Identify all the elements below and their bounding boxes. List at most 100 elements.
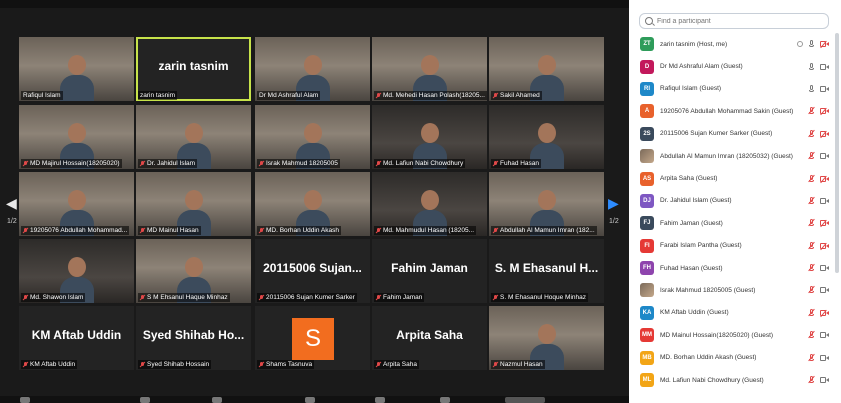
mic-muted-icon[interactable]	[808, 286, 815, 294]
tile-display-name: S. M Ehasanul H...	[494, 261, 599, 275]
participant-row[interactable]: 2S 20115006 Sujan Kumer Sarker (Guest)	[629, 123, 835, 145]
camera-off-icon[interactable]	[820, 40, 829, 49]
participant-name: 19205076 Abdullah Mohammad Sakin (Guest)	[660, 107, 794, 115]
video-tile[interactable]: Israk Mahmud 18205005	[255, 105, 370, 169]
participant-row[interactable]: AS Arpita Saha (Guest)	[629, 167, 835, 189]
participants-control-icon[interactable]	[305, 397, 315, 403]
mic-muted-icon[interactable]	[808, 151, 815, 160]
tile-name-label: Md. Mahmudul Hasan (18205...	[374, 226, 477, 235]
camera-off-icon[interactable]	[820, 130, 829, 139]
camera-off-icon[interactable]	[820, 175, 829, 183]
video-tile[interactable]: 19205076 Abdullah Mohammad...	[19, 172, 134, 236]
mic-muted-icon[interactable]	[808, 330, 815, 339]
participant-row[interactable]: D Dr Md Ashraful Alam (Guest)	[629, 55, 835, 77]
camera-off-icon[interactable]	[820, 309, 829, 318]
participant-search[interactable]	[639, 13, 829, 29]
participant-row[interactable]: FH Fuhad Hasan (Guest)	[629, 257, 835, 279]
security-control-icon[interactable]	[212, 397, 222, 403]
video-tile[interactable]: zarin tasnim zarin tasnim	[136, 37, 251, 101]
video-tile[interactable]: S M Ehsanul Haque Minhaz	[136, 239, 251, 303]
mic-icon[interactable]	[808, 62, 815, 71]
participant-row[interactable]: ML Md. Lafiun Nabi Chowdhury (Guest)	[629, 369, 835, 391]
participant-row[interactable]: Abdullah Al Mamun Imran (18205032) (Gues…	[629, 145, 835, 167]
camera-off-icon[interactable]	[820, 242, 829, 250]
camera-icon[interactable]	[820, 377, 829, 384]
mute-control-icon[interactable]	[20, 397, 30, 403]
participant-row[interactable]: A 19205076 Abdullah Mohammad Sakin (Guest…	[629, 100, 835, 122]
participant-row[interactable]: MB MD. Borhan Uddin Akash (Guest)	[629, 346, 835, 368]
mic-muted-icon[interactable]	[808, 241, 815, 250]
participant-avatar: FJ	[640, 216, 654, 231]
video-tile[interactable]: Sakil Ahamed	[489, 37, 604, 101]
video-tile[interactable]: Rafiqul Islam	[19, 37, 134, 101]
video-tile[interactable]: Dr. Jahidul Islam	[136, 105, 251, 169]
mic-icon[interactable]	[808, 84, 815, 93]
page-indicator-right: 1/2	[609, 218, 619, 225]
video-tile[interactable]: Fahim Jaman Fahim Jaman	[372, 239, 487, 303]
mic-muted-icon[interactable]	[808, 353, 815, 362]
camera-icon[interactable]	[820, 63, 829, 70]
participant-row[interactable]: KA KM Aftab Uddin (Guest)	[629, 302, 835, 324]
video-tile[interactable]: KM Aftab Uddin KM Aftab Uddin	[19, 306, 134, 370]
tile-name-label: Sakil Ahamed	[491, 91, 542, 100]
camera-icon[interactable]	[820, 354, 829, 361]
mic-muted-icon[interactable]	[808, 263, 815, 272]
mic-muted-icon[interactable]	[808, 129, 815, 138]
participant-row[interactable]: ZT zarin tasnim (Host, me)	[629, 33, 835, 55]
video-tile[interactable]: S Shams Tasnuva	[255, 306, 370, 370]
video-tile[interactable]: Md. Lafiun Nabi Chowdhury	[372, 105, 487, 169]
mic-icon[interactable]	[808, 40, 815, 48]
video-tile[interactable]: S. M Ehasanul H... S. M Ehasanul Hoque Mi…	[489, 239, 604, 303]
video-control-icon[interactable]	[140, 397, 150, 403]
mic-muted-icon[interactable]	[808, 308, 815, 317]
camera-icon[interactable]	[820, 287, 829, 294]
participant-row[interactable]: FI Farabi Islam Pantha (Guest)	[629, 235, 835, 257]
prev-page-arrow-icon[interactable]: ◀	[6, 195, 17, 212]
video-tile[interactable]: Abdullah Al Mamun Imran (182...	[489, 172, 604, 236]
participant-row[interactable]: MM MD Mainul Hossain(18205020) (Guest)	[629, 324, 835, 346]
video-tile[interactable]: Arpita Saha Arpita Saha	[372, 306, 487, 370]
camera-icon[interactable]	[820, 265, 829, 272]
video-tile[interactable]: Fuhad Hasan	[489, 105, 604, 169]
video-tile[interactable]: MD Majirul Hossain(18205020)	[19, 105, 134, 169]
camera-icon[interactable]	[820, 85, 829, 92]
video-tile[interactable]: Nazmul Hasan	[489, 306, 604, 370]
participant-row[interactable]: DJ Dr. Jahidul Islam (Guest)	[629, 190, 835, 212]
video-tile[interactable]: Md. Shawon Islam	[19, 239, 134, 303]
camera-icon[interactable]	[820, 153, 829, 160]
video-tile[interactable]: Md. Mehedi Hasan Polash(18205...	[372, 37, 487, 101]
participant-list-scrollbar[interactable]	[835, 33, 839, 273]
participant-search-input[interactable]	[657, 17, 817, 25]
video-tile[interactable]: Dr Md Ashraful Alam	[255, 37, 370, 101]
camera-icon[interactable]	[820, 197, 829, 204]
muted-mic-icon	[23, 227, 28, 234]
share-screen-control-icon[interactable]	[440, 397, 450, 403]
next-page-arrow-icon[interactable]: ▶	[608, 195, 619, 212]
muted-mic-icon	[493, 294, 498, 301]
tile-name-label: Syed Shihab Hossain	[138, 360, 212, 369]
camera-off-icon[interactable]	[820, 220, 829, 228]
video-tile[interactable]: MD Mainul Hasan	[136, 172, 251, 236]
video-tile[interactable]: MD. Borhan Uddin Akash	[255, 172, 370, 236]
camera-icon[interactable]	[820, 332, 829, 339]
reactions-control-icon[interactable]	[505, 397, 545, 403]
participant-row[interactable]: Israk Mahmud 18205005 (Guest)	[629, 279, 835, 301]
muted-mic-icon	[493, 361, 498, 368]
video-tile[interactable]: 20115006 Sujan... 20115006 Sujan Kumer Sa…	[255, 239, 370, 303]
mic-muted-icon[interactable]	[808, 196, 815, 205]
mic-muted-icon[interactable]	[808, 107, 815, 115]
chat-control-icon[interactable]	[375, 397, 385, 403]
camera-off-icon[interactable]	[820, 108, 829, 116]
participant-row[interactable]: RI Rafiqul Islam (Guest)	[629, 78, 835, 100]
participant-avatar: D	[640, 59, 654, 74]
mic-muted-icon[interactable]	[808, 219, 815, 227]
participant-row[interactable]: FJ Fahim Jaman (Guest)	[629, 212, 835, 234]
participant-name: Fahim Jaman (Guest)	[660, 219, 723, 227]
video-tile[interactable]: Md. Mahmudul Hasan (18205...	[372, 172, 487, 236]
video-tile[interactable]: Syed Shihab Ho... Syed Shihab Hossain	[136, 306, 251, 370]
participant-name: Rafiqul Islam (Guest)	[660, 85, 722, 93]
tile-label-text: Rafiqul Islam	[23, 92, 61, 99]
mic-muted-icon[interactable]	[808, 375, 815, 384]
mic-muted-icon[interactable]	[808, 174, 815, 183]
participant-status-icons	[808, 353, 829, 362]
